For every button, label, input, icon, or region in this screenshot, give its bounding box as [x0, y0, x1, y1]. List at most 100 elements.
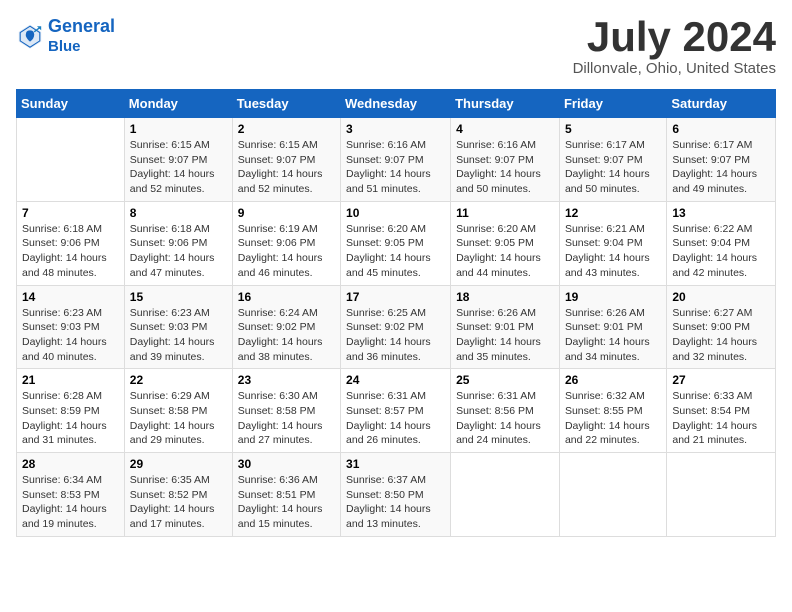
sunrise-text: Sunrise: 6:34 AMSunset: 8:53 PMDaylight:…: [22, 474, 107, 530]
day-number: 25: [456, 373, 554, 387]
table-row: 18 Sunrise: 6:26 AMSunset: 9:01 PMDaylig…: [451, 285, 560, 369]
day-number: 2: [238, 122, 335, 136]
table-row: 9 Sunrise: 6:19 AMSunset: 9:06 PMDayligh…: [232, 201, 340, 285]
sunrise-text: Sunrise: 6:31 AMSunset: 8:57 PMDaylight:…: [346, 390, 431, 446]
table-row: 30 Sunrise: 6:36 AMSunset: 8:51 PMDaylig…: [232, 453, 340, 537]
day-number: 5: [565, 122, 661, 136]
calendar-header-row: Sunday Monday Tuesday Wednesday Thursday…: [17, 90, 776, 118]
table-row: 20 Sunrise: 6:27 AMSunset: 9:00 PMDaylig…: [667, 285, 776, 369]
sunrise-text: Sunrise: 6:28 AMSunset: 8:59 PMDaylight:…: [22, 390, 107, 446]
sunrise-text: Sunrise: 6:31 AMSunset: 8:56 PMDaylight:…: [456, 390, 541, 446]
day-number: 16: [238, 290, 335, 304]
sunrise-text: Sunrise: 6:15 AMSunset: 9:07 PMDaylight:…: [130, 139, 215, 195]
title-section: July 2024 Dillonvale, Ohio, United State…: [573, 16, 776, 77]
sunrise-text: Sunrise: 6:21 AMSunset: 9:04 PMDaylight:…: [565, 223, 650, 279]
day-number: 27: [672, 373, 770, 387]
table-row: 17 Sunrise: 6:25 AMSunset: 9:02 PMDaylig…: [341, 285, 451, 369]
day-number: 19: [565, 290, 661, 304]
day-number: 13: [672, 206, 770, 220]
sunrise-text: Sunrise: 6:24 AMSunset: 9:02 PMDaylight:…: [238, 307, 323, 363]
calendar-week-row: 7 Sunrise: 6:18 AMSunset: 9:06 PMDayligh…: [17, 201, 776, 285]
sunrise-text: Sunrise: 6:25 AMSunset: 9:02 PMDaylight:…: [346, 307, 431, 363]
sunrise-text: Sunrise: 6:23 AMSunset: 9:03 PMDaylight:…: [130, 307, 215, 363]
table-row: 19 Sunrise: 6:26 AMSunset: 9:01 PMDaylig…: [559, 285, 666, 369]
table-row: 14 Sunrise: 6:23 AMSunset: 9:03 PMDaylig…: [17, 285, 125, 369]
logo-icon: [16, 22, 44, 50]
day-number: 18: [456, 290, 554, 304]
sunrise-text: Sunrise: 6:22 AMSunset: 9:04 PMDaylight:…: [672, 223, 757, 279]
day-number: 28: [22, 457, 119, 471]
table-row: 5 Sunrise: 6:17 AMSunset: 9:07 PMDayligh…: [559, 118, 666, 202]
col-saturday: Saturday: [667, 90, 776, 118]
day-number: 22: [130, 373, 227, 387]
table-row: 29 Sunrise: 6:35 AMSunset: 8:52 PMDaylig…: [124, 453, 232, 537]
sunrise-text: Sunrise: 6:33 AMSunset: 8:54 PMDaylight:…: [672, 390, 757, 446]
day-number: 4: [456, 122, 554, 136]
calendar-week-row: 28 Sunrise: 6:34 AMSunset: 8:53 PMDaylig…: [17, 453, 776, 537]
table-row: 21 Sunrise: 6:28 AMSunset: 8:59 PMDaylig…: [17, 369, 125, 453]
calendar-week-row: 1 Sunrise: 6:15 AMSunset: 9:07 PMDayligh…: [17, 118, 776, 202]
sunrise-text: Sunrise: 6:20 AMSunset: 9:05 PMDaylight:…: [346, 223, 431, 279]
day-number: 9: [238, 206, 335, 220]
sunrise-text: Sunrise: 6:26 AMSunset: 9:01 PMDaylight:…: [456, 307, 541, 363]
sunrise-text: Sunrise: 6:27 AMSunset: 9:00 PMDaylight:…: [672, 307, 757, 363]
table-row: 4 Sunrise: 6:16 AMSunset: 9:07 PMDayligh…: [451, 118, 560, 202]
sunrise-text: Sunrise: 6:18 AMSunset: 9:06 PMDaylight:…: [22, 223, 107, 279]
logo-text: General Blue: [48, 16, 115, 56]
table-row: 1 Sunrise: 6:15 AMSunset: 9:07 PMDayligh…: [124, 118, 232, 202]
day-number: 12: [565, 206, 661, 220]
sunrise-text: Sunrise: 6:26 AMSunset: 9:01 PMDaylight:…: [565, 307, 650, 363]
day-number: 26: [565, 373, 661, 387]
table-row: 15 Sunrise: 6:23 AMSunset: 9:03 PMDaylig…: [124, 285, 232, 369]
table-row: 10 Sunrise: 6:20 AMSunset: 9:05 PMDaylig…: [341, 201, 451, 285]
sunrise-text: Sunrise: 6:18 AMSunset: 9:06 PMDaylight:…: [130, 223, 215, 279]
location-subtitle: Dillonvale, Ohio, United States: [573, 60, 776, 77]
table-row: 2 Sunrise: 6:15 AMSunset: 9:07 PMDayligh…: [232, 118, 340, 202]
col-sunday: Sunday: [17, 90, 125, 118]
day-number: 15: [130, 290, 227, 304]
table-row: 31 Sunrise: 6:37 AMSunset: 8:50 PMDaylig…: [341, 453, 451, 537]
sunrise-text: Sunrise: 6:36 AMSunset: 8:51 PMDaylight:…: [238, 474, 323, 530]
sunrise-text: Sunrise: 6:15 AMSunset: 9:07 PMDaylight:…: [238, 139, 323, 195]
day-number: 31: [346, 457, 445, 471]
sunrise-text: Sunrise: 6:29 AMSunset: 8:58 PMDaylight:…: [130, 390, 215, 446]
table-row: [451, 453, 560, 537]
table-row: 7 Sunrise: 6:18 AMSunset: 9:06 PMDayligh…: [17, 201, 125, 285]
day-number: 20: [672, 290, 770, 304]
day-number: 6: [672, 122, 770, 136]
table-row: [667, 453, 776, 537]
table-row: 25 Sunrise: 6:31 AMSunset: 8:56 PMDaylig…: [451, 369, 560, 453]
table-row: 11 Sunrise: 6:20 AMSunset: 9:05 PMDaylig…: [451, 201, 560, 285]
day-number: 11: [456, 206, 554, 220]
table-row: 13 Sunrise: 6:22 AMSunset: 9:04 PMDaylig…: [667, 201, 776, 285]
calendar-week-row: 14 Sunrise: 6:23 AMSunset: 9:03 PMDaylig…: [17, 285, 776, 369]
day-number: 23: [238, 373, 335, 387]
logo: General Blue: [16, 16, 115, 56]
sunrise-text: Sunrise: 6:16 AMSunset: 9:07 PMDaylight:…: [456, 139, 541, 195]
table-row: 16 Sunrise: 6:24 AMSunset: 9:02 PMDaylig…: [232, 285, 340, 369]
sunrise-text: Sunrise: 6:35 AMSunset: 8:52 PMDaylight:…: [130, 474, 215, 530]
table-row: 28 Sunrise: 6:34 AMSunset: 8:53 PMDaylig…: [17, 453, 125, 537]
sunrise-text: Sunrise: 6:17 AMSunset: 9:07 PMDaylight:…: [565, 139, 650, 195]
table-row: [559, 453, 666, 537]
sunrise-text: Sunrise: 6:37 AMSunset: 8:50 PMDaylight:…: [346, 474, 431, 530]
sunrise-text: Sunrise: 6:32 AMSunset: 8:55 PMDaylight:…: [565, 390, 650, 446]
sunrise-text: Sunrise: 6:20 AMSunset: 9:05 PMDaylight:…: [456, 223, 541, 279]
day-number: 30: [238, 457, 335, 471]
sunrise-text: Sunrise: 6:16 AMSunset: 9:07 PMDaylight:…: [346, 139, 431, 195]
day-number: 24: [346, 373, 445, 387]
sunrise-text: Sunrise: 6:30 AMSunset: 8:58 PMDaylight:…: [238, 390, 323, 446]
table-row: 22 Sunrise: 6:29 AMSunset: 8:58 PMDaylig…: [124, 369, 232, 453]
day-number: 3: [346, 122, 445, 136]
day-number: 17: [346, 290, 445, 304]
sunrise-text: Sunrise: 6:19 AMSunset: 9:06 PMDaylight:…: [238, 223, 323, 279]
col-tuesday: Tuesday: [232, 90, 340, 118]
table-row: [17, 118, 125, 202]
table-row: 6 Sunrise: 6:17 AMSunset: 9:07 PMDayligh…: [667, 118, 776, 202]
month-year-title: July 2024: [573, 16, 776, 58]
table-row: 24 Sunrise: 6:31 AMSunset: 8:57 PMDaylig…: [341, 369, 451, 453]
sunrise-text: Sunrise: 6:23 AMSunset: 9:03 PMDaylight:…: [22, 307, 107, 363]
table-row: 26 Sunrise: 6:32 AMSunset: 8:55 PMDaylig…: [559, 369, 666, 453]
table-row: 3 Sunrise: 6:16 AMSunset: 9:07 PMDayligh…: [341, 118, 451, 202]
day-number: 14: [22, 290, 119, 304]
